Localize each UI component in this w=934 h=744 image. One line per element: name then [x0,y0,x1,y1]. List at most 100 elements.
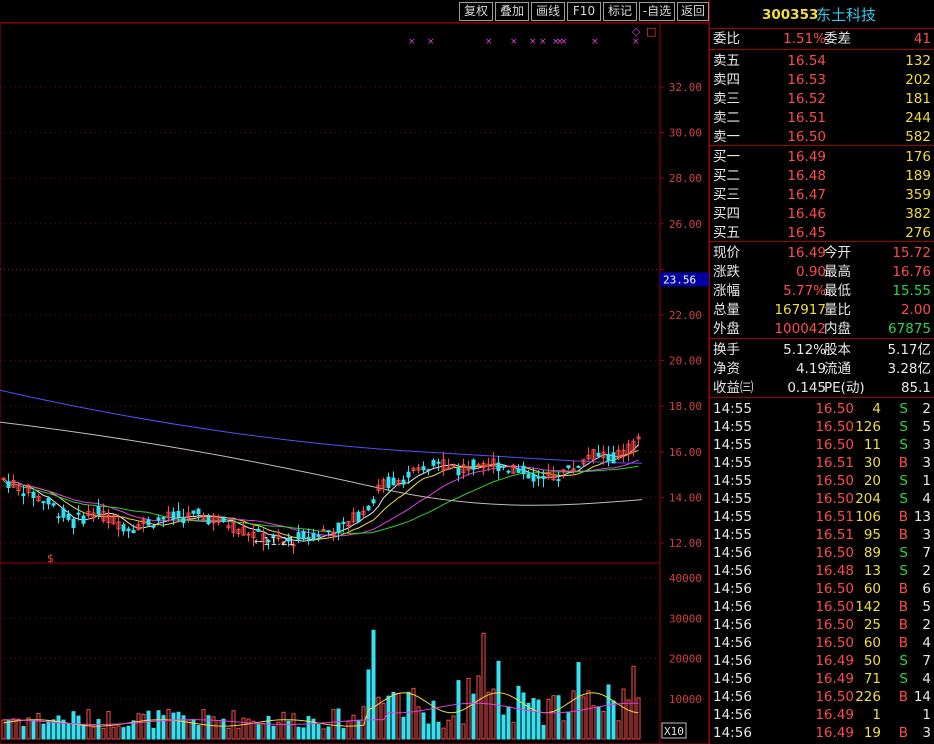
mark-button[interactable]: 标记 [603,2,637,21]
bid-price: 16.49 [787,149,826,165]
kline-svg[interactable]: 32.00 30.00 28.00 26.00 22.00 20.00 18.00 16.00… [0,23,709,744]
volume-bar [96,718,101,740]
candle-body [451,464,456,467]
candle-body [1,477,6,480]
volume-bar [196,725,201,740]
candle-body [436,461,441,464]
fund-label-2: PE(动) [824,380,865,396]
candle-body [56,516,61,519]
tick-time: 14:56 [713,635,752,651]
quote-label: 涨跌 [713,264,740,280]
tick-price: 16.50 [815,617,854,633]
quote-row: 总量 167917 量比 2.00 [710,301,934,319]
remove-watchlist-button[interactable]: -自选 [639,2,675,21]
kline-chart[interactable]: 32.00 30.00 28.00 26.00 22.00 20.00 18.00 16.00… [0,23,709,744]
volume-bar [466,677,471,740]
draw-line-button[interactable]: 画线 [531,2,565,21]
tick-price: 16.48 [815,563,854,579]
quote-row: 外盘 100042 内盘 67875 [710,320,934,338]
bid-price: 16.46 [787,206,826,222]
volume-bar [496,660,501,740]
price-tick-label: 20.00 [669,355,702,368]
price-tick-label: 26.00 [669,218,702,231]
candle-body [471,459,476,470]
volume-bar [66,723,71,740]
overlay-button[interactable]: 叠加 [495,2,529,21]
ask-row-4: 卖四 16.53 202 [710,71,934,89]
tick-row: 14:56 16.48 13 S 2 [710,562,934,580]
volume-bar [306,716,311,740]
volume-bar [121,727,126,740]
candle-body [126,528,131,532]
volume-bar [476,675,481,740]
event-marker: × [408,37,416,47]
volume-bar [611,700,616,740]
volume-bar [271,725,276,740]
quote-label: 外盘 [713,321,740,337]
tick-row: 14:55 16.50 4 S 2 [710,400,934,418]
volume-bar [521,692,526,740]
candle-body [426,469,431,472]
volume-bar [426,723,431,740]
tick-price: 16.50 [815,473,854,489]
candle-body [66,513,71,520]
volume-bar [346,720,351,740]
bid-price: 16.45 [787,225,826,241]
volume-bar [546,698,551,740]
tick-time: 14:56 [713,689,752,705]
tick-volume: 4 [872,401,881,417]
tick-side: B [898,635,908,651]
candle-body [456,467,461,476]
tick-price: 16.50 [815,599,854,615]
volume-bar [506,706,511,740]
ask-row-5: 卖五 16.54 132 [710,52,934,70]
tick-side: S [899,545,908,561]
candle-body [516,468,521,473]
candle-body [306,536,311,539]
back-button[interactable]: 返回 [677,2,709,21]
volume-bar [371,629,376,740]
candle-body [401,479,406,485]
tick-row: 14:55 16.50 20 S 1 [710,472,934,490]
tick-volume: 20 [863,473,881,489]
bid-volume: 176 [905,149,931,165]
tick-time: 14:56 [713,671,752,687]
volume-bar [471,693,476,740]
volume-bar [46,720,51,740]
candle-body [371,499,376,504]
ask-row-3: 卖三 16.52 181 [710,90,934,108]
ask-price: 16.54 [787,53,826,69]
volume-bar [541,724,546,740]
tick-price: 16.50 [815,401,854,417]
volume-bar [561,720,566,740]
tick-side: S [899,419,908,435]
volume-bar [176,711,181,740]
volume-bar [566,711,571,740]
candle-body [496,462,501,472]
quote-label: 现价 [713,245,740,261]
bid-price: 16.48 [787,168,826,184]
tick-side: B [898,599,908,615]
tick-volume: 226 [855,689,881,705]
volume-bar [166,708,171,740]
volume-bar [236,727,241,740]
tick-volume: 1 [872,707,881,723]
bid-label: 买四 [713,206,740,222]
quote-value-2: 2.00 [900,302,931,318]
ask-label: 卖三 [713,91,740,107]
fuquan-button[interactable]: 复权 [459,2,493,21]
event-marker: × [539,37,547,47]
volume-tick-label: 20000 [669,653,702,666]
f10-button[interactable]: F10 [567,2,601,21]
candle-body [146,519,151,526]
tick-count: 3 [922,455,931,471]
tick-row: 14:55 16.51 30 B 3 [710,454,934,472]
event-marker: × [510,37,518,47]
chart-toolbar: 复权 叠加 画线 F10 标记 -自选 返回 [0,0,709,23]
tick-time: 14:55 [713,401,752,417]
volume-bar [366,669,371,740]
tick-time: 14:55 [713,527,752,543]
tick-side: S [899,437,908,453]
volume-bar [301,727,306,740]
volume-bar [286,720,291,740]
